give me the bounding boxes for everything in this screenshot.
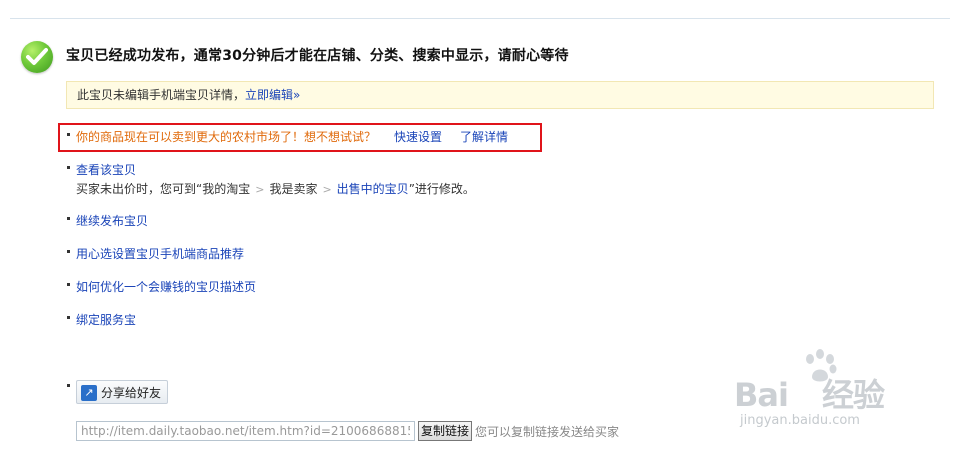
learn-more-link[interactable]: 了解详情 (460, 130, 508, 144)
item-url-field[interactable] (76, 421, 415, 441)
hint-suffix: ”进行修改。 (408, 182, 475, 196)
bullet (67, 316, 70, 319)
on-sale-items-link[interactable]: 出售中的宝贝 (337, 182, 409, 196)
copy-hint-text: 您可以复制链接发送给买家 (475, 425, 620, 439)
share-row (67, 380, 76, 396)
copy-link-button[interactable]: 复制链接 (418, 421, 473, 441)
optimize-desc-link[interactable]: 如何优化一个会赚钱的宝贝描述页 (76, 280, 256, 294)
continue-publish-row: 继续发布宝贝 (67, 213, 148, 229)
seller-text: 我是卖家 (269, 182, 318, 196)
bullet (67, 217, 70, 220)
bullet (67, 250, 70, 253)
mobile-recommend-row: 用心选设置宝贝手机端商品推荐 (67, 246, 244, 262)
top-divider (10, 18, 950, 19)
breadcrumb-arrow: > (255, 183, 265, 196)
view-item-hint: 买家未出价时，您可到“我的淘宝 > 我是卖家 > 出售中的宝贝”进行修改。 (76, 180, 475, 197)
edit-now-link[interactable]: 立即编辑» (245, 88, 300, 102)
share-arrow-icon: ↗ (81, 384, 97, 401)
promo-row: 你的商品现在可以卖到更大的农村市场了！想不想试试？ 快速设置 了解详情 (67, 129, 508, 145)
bullet (67, 166, 70, 169)
bind-service-link[interactable]: 绑定服务宝 (76, 313, 136, 327)
share-to-friends-button[interactable]: ↗ 分享给好友 (76, 380, 169, 404)
mobile-recommend-link[interactable]: 用心选设置宝贝手机端商品推荐 (76, 247, 244, 261)
promo-text: 你的商品现在可以卖到更大的农村市场了！想不想试试？ (76, 130, 377, 144)
mobile-detail-notice: 此宝贝未编辑手机端宝贝详情，立即编辑» (66, 81, 934, 109)
watermark-url: jingyan.baidu.com (740, 413, 860, 428)
optimize-desc-row: 如何优化一个会赚钱的宝贝描述页 (67, 279, 256, 295)
bullet (67, 283, 70, 286)
breadcrumb-arrow: > (322, 183, 332, 196)
view-item-row: 查看该宝贝 (67, 162, 136, 178)
check-circle-icon (21, 41, 53, 73)
quick-setup-link[interactable]: 快速设置 (394, 130, 442, 144)
bullet (67, 384, 70, 387)
hint-prefix: 买家未出价时，您可到“我的淘宝 (76, 182, 251, 196)
continue-publish-link[interactable]: 继续发布宝贝 (76, 214, 148, 228)
share-label: 分享给好友 (101, 386, 162, 400)
notice-text: 此宝贝未编辑手机端宝贝详情， (77, 88, 246, 102)
view-item-link[interactable]: 查看该宝贝 (76, 163, 136, 177)
watermark-brand: Bai 经验 (734, 376, 885, 414)
bind-service-row: 绑定服务宝 (67, 312, 136, 328)
success-title: 宝贝已经成功发布，通常30分钟后才能在店铺、分类、搜索中显示，请耐心等待 (66, 48, 569, 64)
bullet (67, 133, 70, 136)
